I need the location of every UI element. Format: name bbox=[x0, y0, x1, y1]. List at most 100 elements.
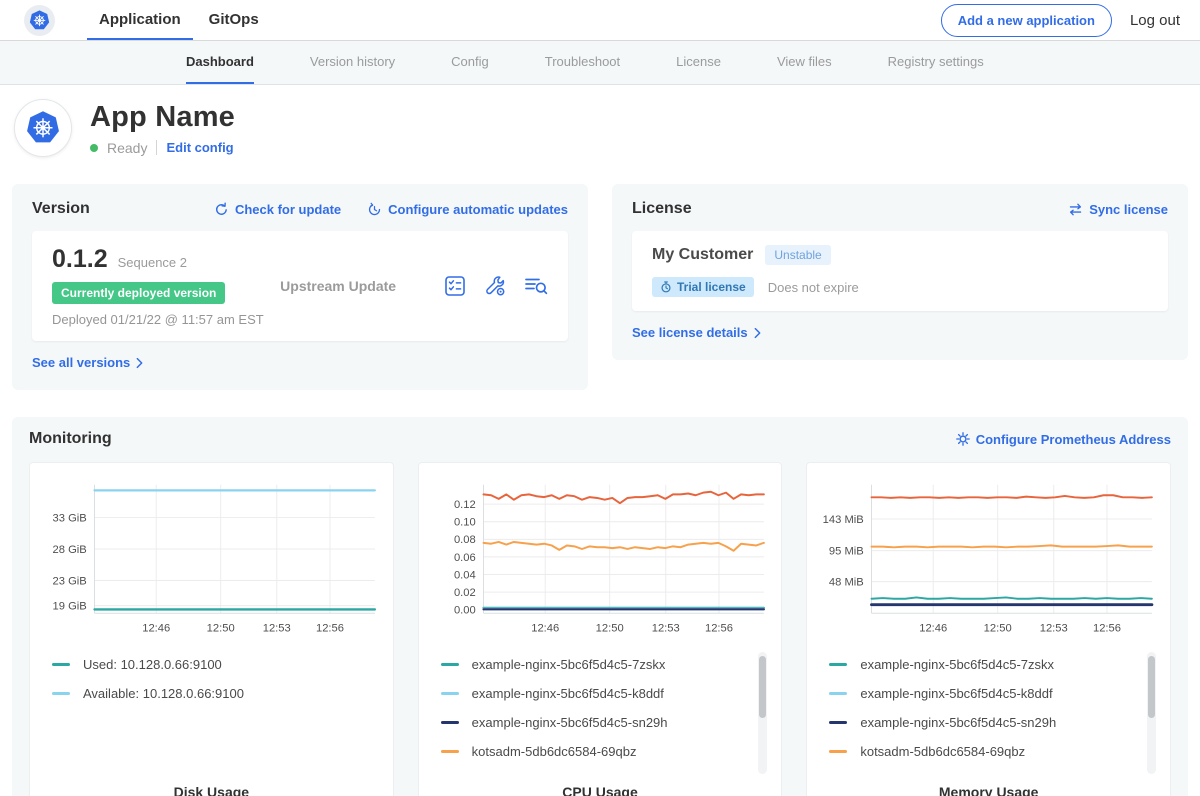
app-header: App Name Ready Edit config bbox=[0, 85, 1200, 175]
legend-label: example-nginx-5bc6f5d4c5-7zskx bbox=[472, 657, 666, 672]
edit-config-link[interactable]: Edit config bbox=[166, 140, 233, 155]
preflight-checks-icon[interactable] bbox=[444, 275, 466, 297]
svg-text:28 GiB: 28 GiB bbox=[53, 544, 87, 556]
deployed-timestamp: Deployed 01/21/22 @ 11:57 am EST bbox=[52, 312, 280, 327]
memory-usage-chart: 143 MiB 95 MiB 48 MiB 12:46 12:50 12:53 12:56 bbox=[817, 475, 1160, 642]
see-all-versions-link[interactable]: See all versions bbox=[32, 355, 143, 370]
top-navbar: Application GitOps Add a new application… bbox=[0, 0, 1200, 41]
tab-troubleshoot[interactable]: Troubleshoot bbox=[545, 41, 620, 84]
chart-title: Memory Usage bbox=[817, 784, 1160, 796]
topnav-item-application[interactable]: Application bbox=[87, 0, 193, 40]
disk-usage-chart: 33 GiB28 GiB23 GiB19 GiB12:4612:5012:531… bbox=[40, 475, 383, 642]
summary-cards-row: Version Check for update Configure au bbox=[0, 175, 1200, 390]
legend-swatch bbox=[52, 692, 70, 695]
version-sequence: Sequence 2 bbox=[118, 255, 187, 270]
legend-item: Available: 10.128.0.66:9100 bbox=[52, 679, 383, 708]
tab-config[interactable]: Config bbox=[451, 41, 489, 84]
legend-label: kotsadm-5db6dc6584-69qbz bbox=[860, 744, 1025, 759]
svg-text:143 MiB: 143 MiB bbox=[823, 514, 864, 526]
chart-title: Disk Usage bbox=[40, 784, 383, 796]
kubernetes-logo bbox=[24, 5, 55, 36]
disk-usage-chart-card: 33 GiB28 GiB23 GiB19 GiB12:4612:5012:531… bbox=[29, 462, 394, 796]
legend-item: example-nginx-5bc6f5d4c5-k8ddf bbox=[829, 679, 1160, 708]
legend-swatch bbox=[829, 663, 847, 666]
svg-text:12:53: 12:53 bbox=[1040, 623, 1068, 635]
license-type-badge: Trial license bbox=[652, 277, 754, 297]
legend-swatch bbox=[829, 692, 847, 695]
divider bbox=[156, 140, 157, 155]
svg-text:12:46: 12:46 bbox=[142, 623, 170, 635]
topnav-right: Add a new application Log out bbox=[941, 0, 1180, 40]
svg-text:0.10: 0.10 bbox=[454, 517, 476, 529]
sync-license-label: Sync license bbox=[1089, 202, 1168, 217]
configure-automatic-updates-link[interactable]: Configure automatic updates bbox=[367, 202, 568, 217]
svg-text:12:56: 12:56 bbox=[316, 623, 344, 635]
svg-text:12:46: 12:46 bbox=[531, 623, 559, 635]
license-expiry-text: Does not expire bbox=[768, 280, 859, 295]
see-all-versions-label: See all versions bbox=[32, 355, 130, 370]
auto-update-clock-icon bbox=[367, 202, 382, 217]
monitoring-section: Monitoring Configure Prometheus Address … bbox=[12, 417, 1188, 796]
legend-item: example-nginx-5bc6f5d4c5-k8ddf bbox=[441, 679, 772, 708]
svg-text:23 GiB: 23 GiB bbox=[53, 575, 87, 587]
tab-dashboard[interactable]: Dashboard bbox=[186, 41, 254, 84]
tab-registry-settings[interactable]: Registry settings bbox=[888, 41, 984, 84]
svg-text:19 GiB: 19 GiB bbox=[53, 601, 87, 613]
legend-label: example-nginx-5bc6f5d4c5-sn29h bbox=[860, 715, 1056, 730]
memory-usage-chart-card: 143 MiB95 MiB48 MiB12:4612:5012:5312:56 … bbox=[806, 462, 1171, 796]
legend-item: example-nginx-5bc6f5d4c5-sn29h bbox=[829, 708, 1160, 737]
legend-scrollbar-thumb[interactable] bbox=[1148, 656, 1155, 718]
tab-version-history[interactable]: Version history bbox=[310, 41, 395, 84]
channel-badge: Unstable bbox=[765, 245, 830, 265]
edit-config-icon[interactable] bbox=[484, 275, 506, 297]
monitoring-title: Monitoring bbox=[29, 430, 112, 448]
cpu-usage-legend: example-nginx-5bc6f5d4c5-7zskx example-n… bbox=[441, 650, 772, 768]
legend-item: example-nginx-5bc6f5d4c5-7zskx bbox=[829, 650, 1160, 679]
view-logs-icon[interactable] bbox=[524, 275, 548, 297]
ready-status-dot bbox=[90, 144, 98, 152]
legend-label: Available: 10.128.0.66:9100 bbox=[83, 686, 244, 701]
memory-usage-legend: example-nginx-5bc6f5d4c5-7zskx example-n… bbox=[829, 650, 1160, 768]
legend-scrollbar-thumb[interactable] bbox=[759, 656, 766, 718]
chevron-right-icon bbox=[754, 327, 761, 339]
cpu-usage-chart-card: 0.120.100.080.060.040.020.0012:4612:5012… bbox=[418, 462, 783, 796]
svg-text:12:50: 12:50 bbox=[984, 623, 1012, 635]
kubernetes-helm-icon bbox=[28, 9, 51, 32]
version-card-title: Version bbox=[32, 200, 90, 218]
version-number: 0.1.2 bbox=[52, 245, 108, 274]
configure-automatic-updates-label: Configure automatic updates bbox=[388, 202, 568, 217]
svg-text:12:56: 12:56 bbox=[1093, 623, 1121, 635]
chevron-right-icon bbox=[136, 357, 143, 369]
check-for-update-label: Check for update bbox=[235, 202, 341, 217]
tab-license[interactable]: License bbox=[676, 41, 721, 84]
license-card-title: License bbox=[632, 200, 692, 218]
legend-swatch bbox=[52, 663, 70, 666]
refresh-icon bbox=[214, 202, 229, 217]
license-details-panel: My Customer Unstable Trial license Does … bbox=[632, 231, 1168, 311]
configure-prometheus-link[interactable]: Configure Prometheus Address bbox=[956, 432, 1171, 447]
app-tab-bar: Dashboard Version history Config Trouble… bbox=[0, 41, 1200, 85]
svg-text:12:46: 12:46 bbox=[920, 623, 948, 635]
sync-license-link[interactable]: Sync license bbox=[1068, 202, 1168, 217]
legend-scrollbar bbox=[758, 652, 767, 774]
check-for-update-link[interactable]: Check for update bbox=[214, 202, 341, 217]
add-new-application-button[interactable]: Add a new application bbox=[941, 4, 1112, 37]
svg-text:12:56: 12:56 bbox=[705, 623, 733, 635]
license-card: License Sync license My Customer Unstabl… bbox=[612, 184, 1188, 360]
legend-swatch bbox=[829, 721, 847, 724]
current-version-panel: 0.1.2 Sequence 2 Currently deployed vers… bbox=[32, 231, 568, 341]
svg-text:95 MiB: 95 MiB bbox=[829, 546, 864, 558]
see-license-details-link[interactable]: See license details bbox=[632, 325, 761, 340]
kubernetes-helm-icon bbox=[24, 109, 62, 147]
legend-label: example-nginx-5bc6f5d4c5-k8ddf bbox=[472, 686, 664, 701]
svg-text:48 MiB: 48 MiB bbox=[829, 576, 864, 588]
legend-scrollbar bbox=[1147, 652, 1156, 774]
legend-swatch bbox=[441, 721, 459, 724]
update-type-label: Upstream Update bbox=[280, 278, 444, 294]
svg-text:12:50: 12:50 bbox=[595, 623, 623, 635]
logout-link[interactable]: Log out bbox=[1130, 12, 1180, 29]
disk-usage-legend: Used: 10.128.0.66:9100 Available: 10.128… bbox=[52, 650, 383, 768]
tab-view-files[interactable]: View files bbox=[777, 41, 832, 84]
legend-label: example-nginx-5bc6f5d4c5-7zskx bbox=[860, 657, 1054, 672]
topnav-item-gitops[interactable]: GitOps bbox=[197, 0, 271, 40]
